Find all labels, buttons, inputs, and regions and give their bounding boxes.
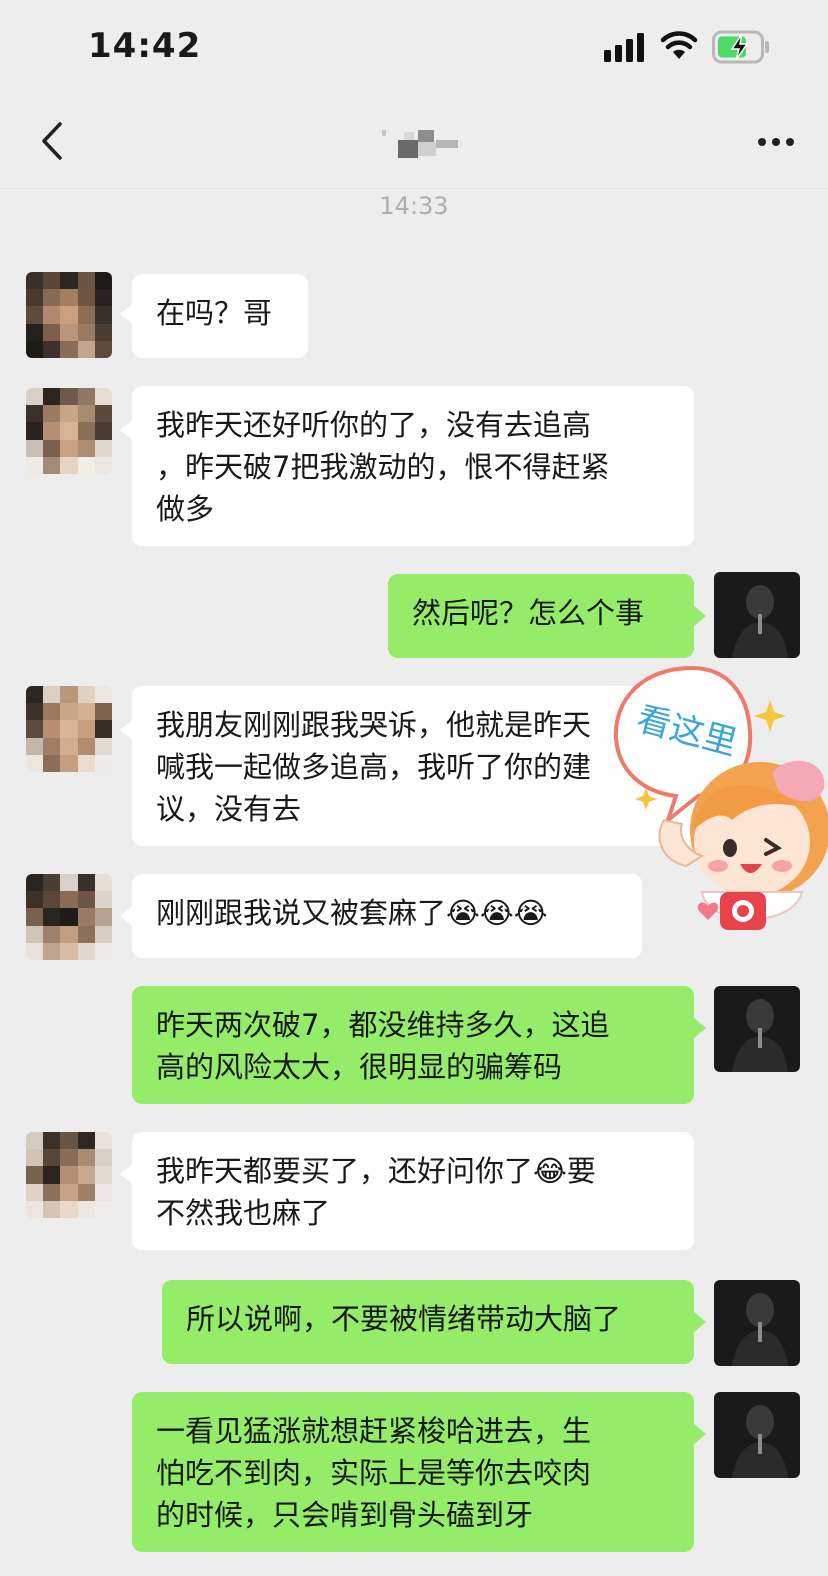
wifi-icon [660,31,698,59]
contact-avatar[interactable] [26,686,112,772]
contact-avatar[interactable] [26,388,112,474]
message-bubble-outgoing[interactable]: 昨天两次破7，都没维持多久，这追 高的风险太大，很明显的骗筹码 [132,986,694,1104]
message-bubble-incoming[interactable]: 在吗？哥 [132,274,308,358]
more-options-button[interactable] [748,122,804,162]
message-bubble-incoming[interactable]: 刚刚跟我说又被套麻了😭😭😭 [132,874,642,958]
my-avatar[interactable] [714,986,800,1072]
more-horizontal-icon [758,138,794,146]
cartoon-girl-camera-sticker: 看这里 [602,660,828,950]
contact-avatar[interactable] [26,874,112,960]
contact-avatar[interactable] [26,1132,112,1218]
bubble-tail [694,1018,706,1038]
chat-header [0,96,828,189]
message-bubble-outgoing[interactable]: 然后呢？怎么个事 [388,574,694,658]
bubble-tail [120,1164,132,1184]
message-bubble-outgoing[interactable]: 一看见猛涨就想赶紧梭哈进去，生 怕吃不到肉，实际上是等你去咬肉 的时候，只会啃到… [132,1392,694,1552]
chat-title-redacted [378,126,464,160]
message-bubble-incoming[interactable]: 我昨天都要买了，还好问你了😂要 不然我也麻了 [132,1132,694,1250]
status-time: 14:42 [88,26,202,66]
bubble-tail [120,720,132,740]
bubble-tail [120,420,132,440]
bubble-tail [694,1424,706,1444]
my-avatar[interactable] [714,1392,800,1478]
chevron-left-icon [42,122,62,160]
battery-charging-icon [712,30,769,64]
bubble-tail [694,606,706,626]
message-bubble-outgoing[interactable]: 所以说啊，不要被情绪带动大脑了 [162,1280,694,1364]
bubble-tail [120,304,132,324]
cellular-signal-icon [604,33,644,62]
message-timestamp: 14:33 [379,192,449,220]
back-button[interactable] [30,116,74,166]
my-avatar[interactable] [714,1280,800,1366]
status-bar: 14:42 [0,0,828,96]
message-bubble-incoming[interactable]: 我昨天还好听你的了，没有去追高 ，昨天破7把我激动的，恨不得赶紧 做多 [132,386,694,546]
bubble-tail [694,1312,706,1332]
redaction-mosaic [382,130,458,158]
bubble-tail [120,906,132,926]
my-avatar[interactable] [714,572,800,658]
contact-avatar[interactable] [26,272,112,358]
